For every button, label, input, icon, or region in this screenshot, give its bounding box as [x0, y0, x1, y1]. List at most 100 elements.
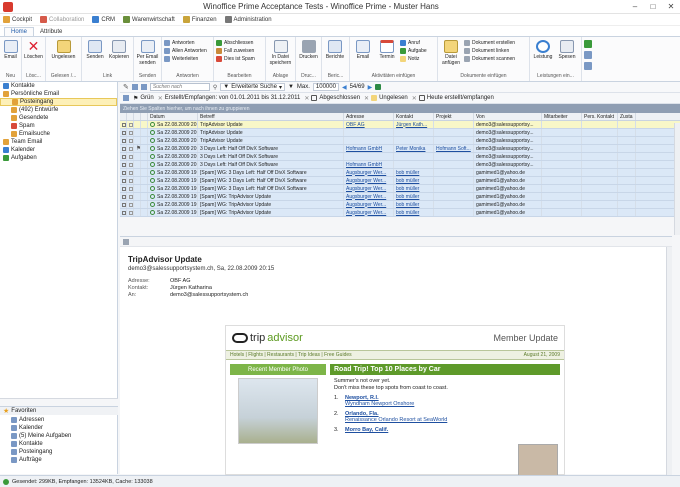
- forward-button[interactable]: Weiterleiten: [164, 56, 211, 62]
- table-row[interactable]: Sa 22.08.2009 19:15[Spam] WG: 3 Days Lef…: [120, 177, 680, 185]
- add-icon[interactable]: [584, 40, 592, 48]
- article-sub-link[interactable]: Renaissance Orlando Resort at SeaWorld: [345, 417, 447, 423]
- tripadvisor-logo[interactable]: trip advisor: [232, 332, 303, 344]
- filter-chip-date[interactable]: ✕ Erstellt/Empfangen: von 01.01.2011 bis …: [158, 95, 301, 102]
- favorite-item-3[interactable]: Kontakte: [0, 440, 118, 448]
- table-row[interactable]: Sa 22.08.2009 19:15[Spam] WG: TripAdviso…: [120, 209, 680, 217]
- attach-file-button[interactable]: Datei anfügen: [440, 38, 462, 73]
- close-icon[interactable]: ✕: [662, 2, 680, 11]
- filter-chip-today[interactable]: ✕ Heute erstellt/empfangen: [412, 95, 494, 102]
- sidebar-item-1[interactable]: Persönliche Email: [0, 90, 117, 98]
- column-header-8[interactable]: Projekt: [434, 113, 474, 120]
- table-row[interactable]: Sa 22.08.2009 19:15[Spam] WG: 3 Days Lef…: [120, 185, 680, 193]
- sidebar-item-6[interactable]: Emailsuche: [0, 130, 117, 138]
- extended-search-button[interactable]: ▼ Erweiterte Suche ▾: [220, 83, 285, 91]
- favorites-header[interactable]: ★ Favoriten: [0, 406, 118, 415]
- next-page-icon[interactable]: ▶: [368, 84, 373, 91]
- favorite-item-2[interactable]: (5) Meine Aufgaben: [0, 432, 118, 440]
- column-header-6[interactable]: Adresse: [344, 113, 394, 120]
- link-send-button[interactable]: Senden: [84, 38, 106, 73]
- table-row[interactable]: ⚑Sa 22.08.2009 20:133 Days Left: Half Of…: [120, 145, 680, 153]
- tab-home[interactable]: Home: [4, 27, 35, 36]
- sidebar-item-7[interactable]: Team Email: [0, 138, 117, 146]
- favorite-item-1[interactable]: Kalender: [0, 424, 118, 432]
- unread-button[interactable]: Ungelesen: [48, 38, 79, 73]
- table-row[interactable]: Sa 22.08.2009 19:15[Spam] WG: TripAdviso…: [120, 193, 680, 201]
- article-image[interactable]: [518, 444, 558, 476]
- column-header-9[interactable]: Von: [474, 113, 542, 120]
- table-row[interactable]: Sa 22.08.2009 20:15TripAdvisor Update dem…: [120, 137, 680, 145]
- member-photo-image[interactable]: [238, 378, 318, 444]
- table-row[interactable]: Sa 22.08.2009 19:15[Spam] WG: 3 Days Lef…: [120, 169, 680, 177]
- assign-case-button[interactable]: Fall zuweisen: [216, 48, 263, 54]
- module-administration[interactable]: Administration: [224, 16, 272, 23]
- group-by-hint[interactable]: Ziehen Sie Spalten hierher, um nach ihne…: [120, 104, 680, 113]
- maximize-icon[interactable]: □: [644, 2, 662, 11]
- sidebar-item-3[interactable]: (492) Entwürfe: [0, 106, 117, 114]
- column-header-12[interactable]: Zusta: [618, 113, 636, 120]
- link-document-button[interactable]: Dokument linken: [464, 48, 515, 54]
- excel-export-icon[interactable]: [375, 84, 382, 90]
- favorite-item-0[interactable]: Adressen: [0, 416, 118, 424]
- module-collaboration[interactable]: Collaboration: [40, 16, 84, 23]
- reply-button[interactable]: Antworten: [164, 40, 211, 46]
- sidebar-item-5[interactable]: Spam: [0, 122, 117, 130]
- sidebar-item-0[interactable]: Kontakte: [0, 82, 117, 90]
- send-per-email-button[interactable]: Per Email senden: [136, 38, 159, 73]
- column-header-10[interactable]: Mitarbeiter: [542, 113, 582, 120]
- sidebar-splitter[interactable]: [0, 398, 118, 406]
- column-header-7[interactable]: Kontakt: [394, 113, 434, 120]
- pencil-icon[interactable]: ✎: [123, 83, 129, 91]
- reports-button[interactable]: Berichte: [324, 38, 346, 73]
- funnel-icon[interactable]: ▼: [288, 84, 294, 90]
- activity-call-button[interactable]: Anruf: [400, 40, 427, 46]
- create-document-button[interactable]: Dokument erstellen: [464, 40, 515, 46]
- max-results-field[interactable]: 100000: [312, 83, 339, 91]
- delete-button[interactable]: ✕ Löschen: [24, 38, 43, 73]
- article-title-link[interactable]: Morro Bay, Calif.: [345, 427, 388, 433]
- column-header-5[interactable]: Betreff: [198, 113, 344, 120]
- search-input[interactable]: [149, 83, 210, 91]
- table-row[interactable]: Sa 22.08.2009 20:15TripAdvisor UpdateOBF…: [120, 121, 680, 129]
- grid-icon[interactable]: [584, 51, 592, 59]
- sidebar-item-9[interactable]: Aufgaben: [0, 154, 117, 162]
- grid-scrollbar[interactable]: [674, 123, 680, 235]
- filter-chip-green[interactable]: ⚑ Grün: [133, 95, 154, 102]
- attachment-toggle-icon[interactable]: [123, 239, 129, 245]
- table-row[interactable]: Sa 22.08.2009 20:133 Days Left: Half Off…: [120, 153, 680, 161]
- activity-appointment-button[interactable]: Termin: [376, 38, 398, 73]
- search-icon[interactable]: ⚲: [213, 84, 217, 91]
- minimize-icon[interactable]: –: [626, 2, 644, 11]
- favorite-item-4[interactable]: Posteingang: [0, 448, 118, 456]
- first-page-icon[interactable]: ◀: [342, 84, 347, 91]
- scan-document-button[interactable]: Dokument scannen: [464, 56, 515, 62]
- save-view-icon[interactable]: [131, 84, 138, 90]
- view-icon[interactable]: [140, 84, 147, 90]
- complete-button[interactable]: Abschliessen: [216, 40, 263, 46]
- activity-task-button[interactable]: Aufgabe: [400, 48, 427, 54]
- table-row[interactable]: Sa 22.08.2009 19:15[Spam] WG: TripAdviso…: [120, 201, 680, 209]
- activity-email-button[interactable]: Email: [352, 38, 374, 73]
- favorite-item-5[interactable]: Aufträge: [0, 456, 118, 464]
- link-copy-button[interactable]: Kopieren: [108, 38, 130, 73]
- module-warenwirtschaft[interactable]: Warenwirtschaft: [123, 16, 175, 23]
- filter-chip-unread[interactable]: ✕ Ungelesen: [364, 95, 408, 102]
- module-cockpit[interactable]: Cockpit: [3, 16, 32, 23]
- table-row[interactable]: Sa 22.08.2009 20:15TripAdvisor Update dem…: [120, 129, 680, 137]
- table-row[interactable]: Sa 22.08.2009 20:133 Days Left: Half Off…: [120, 161, 680, 169]
- module-crm[interactable]: CRM: [92, 16, 115, 23]
- reply-all-button[interactable]: Allen Antworten: [164, 48, 211, 54]
- sidebar-item-8[interactable]: Kalender: [0, 146, 117, 154]
- settings-icon[interactable]: [584, 62, 592, 70]
- article-sub-link[interactable]: Wyndham Newport Onshore: [345, 401, 414, 407]
- new-email-button[interactable]: Email: [2, 38, 19, 73]
- column-header-11[interactable]: Pers. Kontakt: [582, 113, 618, 120]
- print-button[interactable]: Drucken: [298, 38, 319, 73]
- activity-note-button[interactable]: Notiz: [400, 56, 427, 62]
- mark-spam-button[interactable]: Dies ist Spam: [216, 56, 263, 62]
- column-header-4[interactable]: Datum: [148, 113, 198, 120]
- service-button[interactable]: Leistung: [532, 38, 554, 73]
- expenses-button[interactable]: Spesen: [556, 38, 578, 73]
- filter-chip-completed[interactable]: ✕ Abgeschlossen: [304, 95, 360, 102]
- filter-panel-icon[interactable]: [123, 95, 129, 101]
